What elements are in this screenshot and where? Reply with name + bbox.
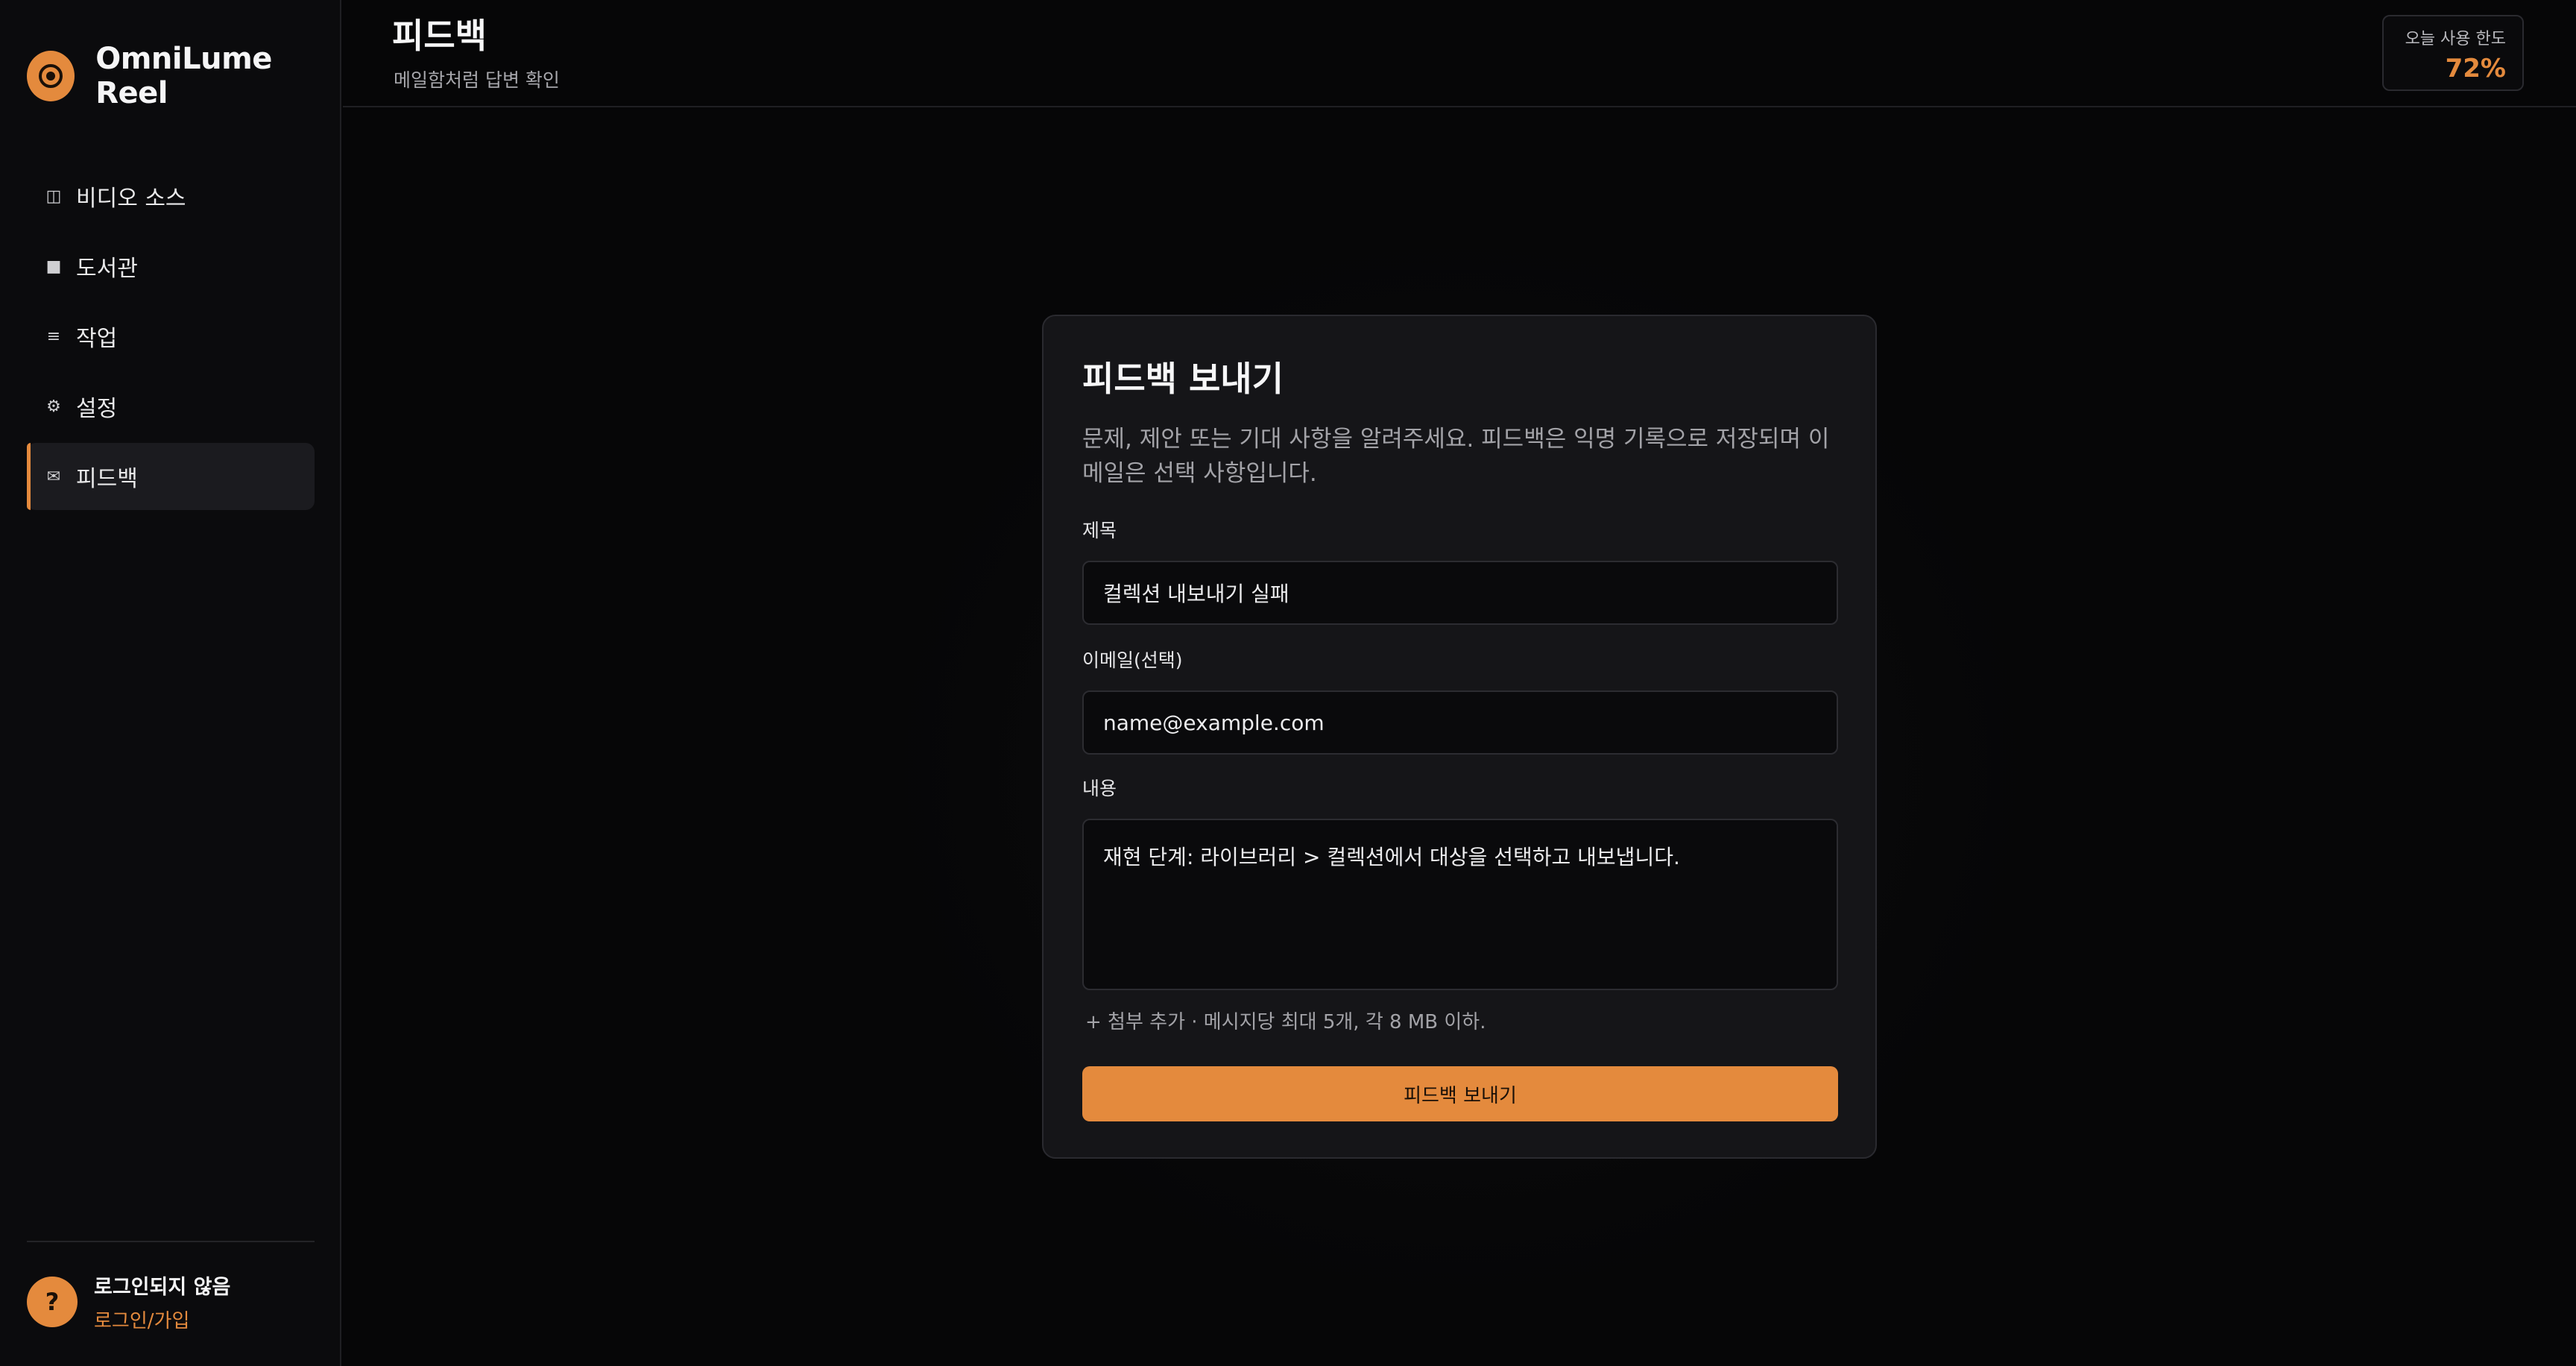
page-title: 피드백: [392, 16, 487, 56]
sidebar-item-label: 설정: [76, 396, 118, 422]
page-header: 피드백 메일함처럼 답변 확인 오늘 사용 한도 72%: [343, 0, 2576, 107]
quota-label: 오늘 사용 한도: [2405, 30, 2506, 48]
sidebar-item-label: 작업: [76, 326, 118, 352]
quota-value: 72%: [2445, 54, 2506, 84]
sidebar-item-video-source[interactable]: ◫ 비디오 소스: [27, 163, 315, 230]
user-status: 로그인되지 않음: [94, 1276, 231, 1299]
page-subtitle: 메일함처럼 답변 확인: [394, 69, 560, 91]
avatar[interactable]: ?: [27, 1277, 78, 1327]
brand[interactable]: OmniLume Reel: [27, 42, 340, 110]
sidebar-nav: ◫ 비디오 소스 ■ 도서관 ≡ 작업 ⚙ 설정 ✉ 피드백: [27, 163, 315, 513]
content-textarea[interactable]: 재현 단계: 라이브러리 > 컬렉션에서 대상을 선택하고 내보냅니다.: [1082, 819, 1838, 990]
logo-icon: [27, 51, 75, 101]
content-label: 내용: [1082, 778, 1117, 799]
app-name: OmniLume Reel: [95, 42, 272, 110]
feedback-form-card: 피드백 보내기 문제, 제안 또는 기대 사항을 알려주세요. 피드백은 익명 …: [1042, 315, 1877, 1159]
columns-icon: ◫: [45, 186, 62, 206]
sidebar-item-library[interactable]: ■ 도서관: [27, 233, 315, 300]
list-icon: ≡: [46, 327, 61, 346]
usage-quota-badge: 오늘 사용 한도 72%: [2382, 15, 2524, 91]
form-title: 피드백 보내기: [1082, 359, 1284, 399]
email-field[interactable]: name@example.com: [1082, 690, 1838, 755]
sidebar-item-label: 피드백: [76, 466, 138, 492]
sidebar-item-settings[interactable]: ⚙ 설정: [27, 373, 315, 440]
sidebar-divider: [27, 1241, 315, 1242]
login-signup-link[interactable]: 로그인/가입: [94, 1306, 230, 1333]
sidebar-item-feedback[interactable]: ✉ 피드백: [27, 443, 315, 510]
sidebar-item-label: 도서관: [76, 256, 138, 282]
sidebar-item-label: 비디오 소스: [76, 186, 186, 212]
square-icon: ■: [45, 256, 62, 276]
user-panel: ? 로그인되지 않음 로그인/가입: [27, 1271, 230, 1333]
subject-label: 제목: [1082, 520, 1117, 541]
mail-icon: ✉: [46, 467, 61, 486]
gear-icon: ⚙: [46, 397, 61, 416]
app-root: OmniLume Reel ◫ 비디오 소스 ■ 도서관 ≡ 작업 ⚙ 설정 ✉…: [0, 0, 2576, 1366]
sidebar: OmniLume Reel ◫ 비디오 소스 ■ 도서관 ≡ 작업 ⚙ 설정 ✉…: [0, 0, 341, 1366]
sidebar-item-tasks[interactable]: ≡ 작업: [27, 303, 315, 370]
subject-input[interactable]: 컬렉션 내보내기 실패: [1082, 561, 1838, 625]
add-attachment-link[interactable]: + 첨부 추가 · 메시지당 최대 5개, 각 8 MB 이하.: [1085, 1007, 1486, 1034]
form-description: 문제, 제안 또는 기대 사항을 알려주세요. 피드백은 익명 기록으로 저장되…: [1082, 426, 1830, 487]
send-feedback-button[interactable]: 피드백 보내기: [1082, 1066, 1838, 1121]
email-label: 이메일(선택): [1082, 649, 1183, 671]
